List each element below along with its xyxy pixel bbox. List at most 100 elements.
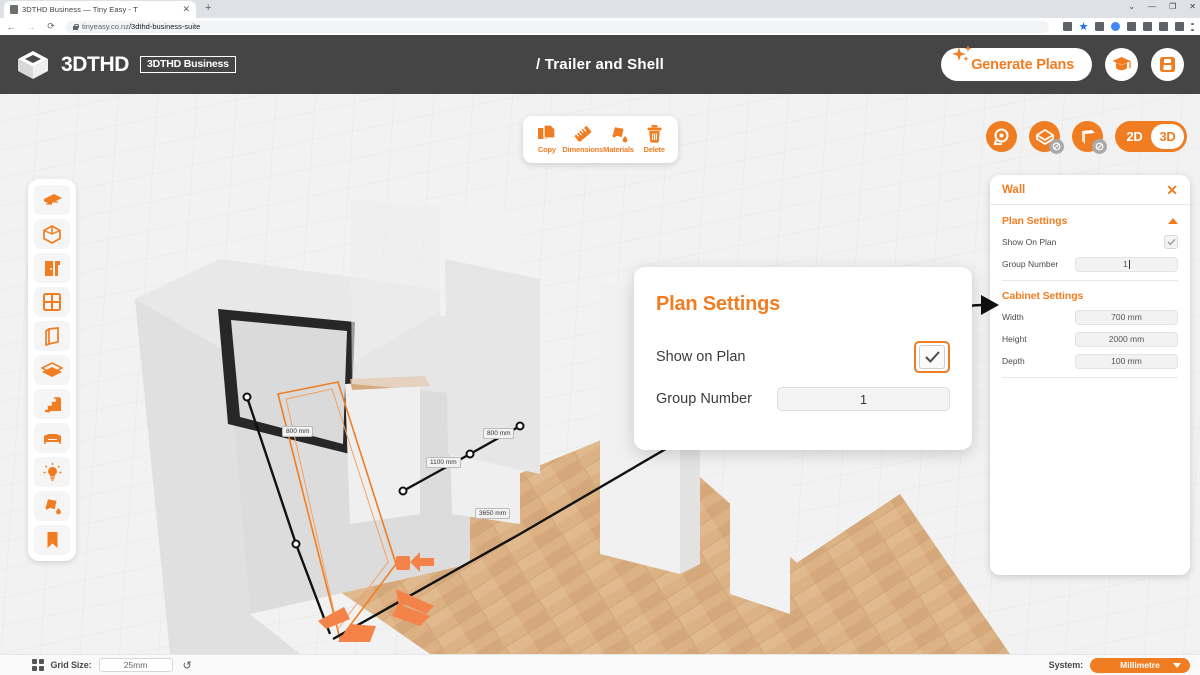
reload-icon[interactable]: ⟳ (46, 21, 56, 32)
screenshot-icon[interactable] (1095, 22, 1104, 31)
modal-show-on-plan-row: Show on Plan (656, 341, 950, 373)
cube-logo-icon (18, 50, 48, 79)
group-number-input[interactable]: 1 (1075, 256, 1178, 272)
sidebar-item-bookmarks[interactable] (34, 525, 70, 555)
bookmark-icon (47, 532, 57, 548)
grid-size-group: Grid Size: 25mm ↺ (32, 658, 192, 672)
paint-bucket-icon (44, 499, 61, 515)
back-icon[interactable]: ← (6, 22, 16, 32)
grid-size-label: Grid Size: (50, 660, 92, 670)
sparkles-icon (952, 45, 972, 62)
close-icon[interactable]: ✕ (1166, 183, 1178, 197)
minimize-icon[interactable]: — (1148, 2, 1156, 12)
plan-settings-section-header[interactable]: Plan Settings (1002, 215, 1178, 227)
tool-sidebar (28, 179, 76, 561)
favicon-icon (10, 5, 18, 14)
wall-visibility-button[interactable] (1072, 121, 1107, 154)
width-input[interactable]: 700 mm (1075, 309, 1178, 325)
properties-header: Wall ✕ (990, 175, 1190, 205)
materials-label: Materials (603, 145, 634, 154)
eye-off-icon (1052, 142, 1061, 151)
browser-tab[interactable]: 3DTHD Business — Tiny Easy - T ✕ (4, 1, 196, 18)
cabinet-settings-section-header[interactable]: Cabinet Settings (1002, 290, 1178, 302)
maximize-icon[interactable]: ❐ (1169, 2, 1176, 12)
save-lock-icon (1160, 57, 1175, 72)
toggle-3d[interactable]: 3D (1151, 124, 1184, 149)
delete-label: Delete (643, 145, 666, 154)
modal-show-on-plan-checkbox[interactable] (914, 341, 950, 373)
browser-toolbar: ← → ⟳ tinyeasy.co.nz/3dthd-business-suit… (0, 18, 1200, 35)
save-button[interactable] (1151, 48, 1184, 81)
extensions-icon[interactable] (1143, 22, 1152, 31)
plan-settings-title: Plan Settings (1002, 215, 1068, 227)
properties-title: Wall (1002, 183, 1026, 196)
sidebar-item-door[interactable] (34, 253, 70, 283)
delete-tool[interactable]: Delete (636, 125, 672, 154)
chevron-up-icon[interactable] (1168, 218, 1178, 224)
bookmark-star-icon[interactable] (1079, 22, 1088, 31)
tape-measure-button[interactable] (986, 121, 1017, 152)
brand-name: 3DTHD (61, 52, 130, 76)
sidepanel-icon[interactable] (1159, 22, 1168, 31)
copy-icon (538, 125, 556, 139)
dimension-toggle[interactable]: 2D 3D (1115, 121, 1187, 152)
section-divider (1002, 280, 1178, 281)
url-host: tinyeasy.co.nz (82, 22, 129, 31)
unit-system-group: System: Millimetre (1049, 657, 1190, 673)
check-icon (1167, 238, 1176, 246)
show-on-plan-checkbox[interactable] (1164, 235, 1178, 249)
viewport-3d[interactable]: 800 mm 1100 mm 800 mm 3650 mm Copy Dimen… (0, 94, 1200, 654)
toolbar-icons (1059, 22, 1194, 31)
sidebar-item-materials[interactable] (34, 491, 70, 521)
close-icon[interactable]: ✕ (182, 5, 190, 14)
roof-visibility-button[interactable] (1029, 121, 1064, 154)
paint-bucket-icon (611, 127, 627, 143)
dimension-label: 1100 mm (426, 457, 461, 468)
width-label: Width (1002, 312, 1024, 322)
tutorial-button[interactable] (1105, 48, 1138, 81)
sidebar-item-lighting[interactable] (34, 457, 70, 487)
wall-panel-icon (44, 326, 59, 346)
new-tab-button[interactable]: + (205, 3, 211, 14)
address-bar[interactable]: tinyeasy.co.nz/3dthd-business-suite (66, 20, 1049, 33)
sidebar-item-furniture[interactable] (34, 423, 70, 453)
menu-dots-icon[interactable] (1191, 26, 1194, 28)
floor-layers-icon (41, 362, 63, 377)
application-window: 3DTHD Business — Tiny Easy - T ✕ + ⌄ — ❐… (0, 0, 1200, 675)
view-controls: 2D 3D (986, 121, 1187, 154)
grid-size-input[interactable]: 25mm (98, 658, 173, 672)
show-on-plan-label: Show On Plan (1002, 237, 1057, 247)
copy-tool[interactable]: Copy (529, 125, 565, 154)
brand-badge: 3DTHD Business (140, 55, 236, 74)
eyedropper-icon[interactable] (1127, 22, 1136, 31)
url-path: /3dthd-business-suite (128, 22, 201, 31)
depth-input[interactable]: 100 mm (1075, 353, 1178, 369)
check-icon (924, 351, 940, 363)
reset-arrow-icon[interactable]: ↺ (183, 659, 192, 672)
close-window-icon[interactable]: ✕ (1189, 2, 1196, 12)
sidebar-item-floor[interactable] (34, 355, 70, 385)
brand-logo[interactable]: 3DTHD 3DTHD Business (16, 50, 236, 80)
sidebar-item-trailer[interactable] (34, 185, 70, 215)
generate-plans-button[interactable]: Generate Plans (941, 45, 1092, 81)
hidden-badge (1049, 139, 1064, 154)
object-toolbar: Copy Dimensions Materials Delete (523, 116, 678, 163)
sidebar-item-shell[interactable] (34, 219, 70, 249)
unit-system-select[interactable]: Millimetre (1090, 657, 1190, 673)
height-input[interactable]: 2000 mm (1075, 331, 1178, 347)
dimensions-tool[interactable]: Dimensions (562, 125, 603, 154)
forward-icon[interactable]: → (26, 22, 36, 32)
chevron-down-icon[interactable]: ⌄ (1128, 2, 1135, 12)
toggle-2d[interactable]: 2D (1118, 129, 1151, 144)
section-divider (1002, 377, 1178, 378)
profile-icon[interactable] (1175, 22, 1184, 31)
sidebar-item-window[interactable] (34, 287, 70, 317)
sidebar-item-wall[interactable] (34, 321, 70, 351)
sofa-icon (43, 433, 61, 444)
sidebar-item-stairs[interactable] (34, 389, 70, 419)
modal-group-number-input[interactable]: 1 (777, 387, 950, 411)
properties-body: Plan Settings Show On Plan Group Number … (990, 205, 1190, 575)
extension-blue-icon[interactable] (1111, 22, 1120, 31)
materials-tool[interactable]: Materials (601, 125, 637, 154)
share-icon[interactable] (1063, 22, 1072, 31)
